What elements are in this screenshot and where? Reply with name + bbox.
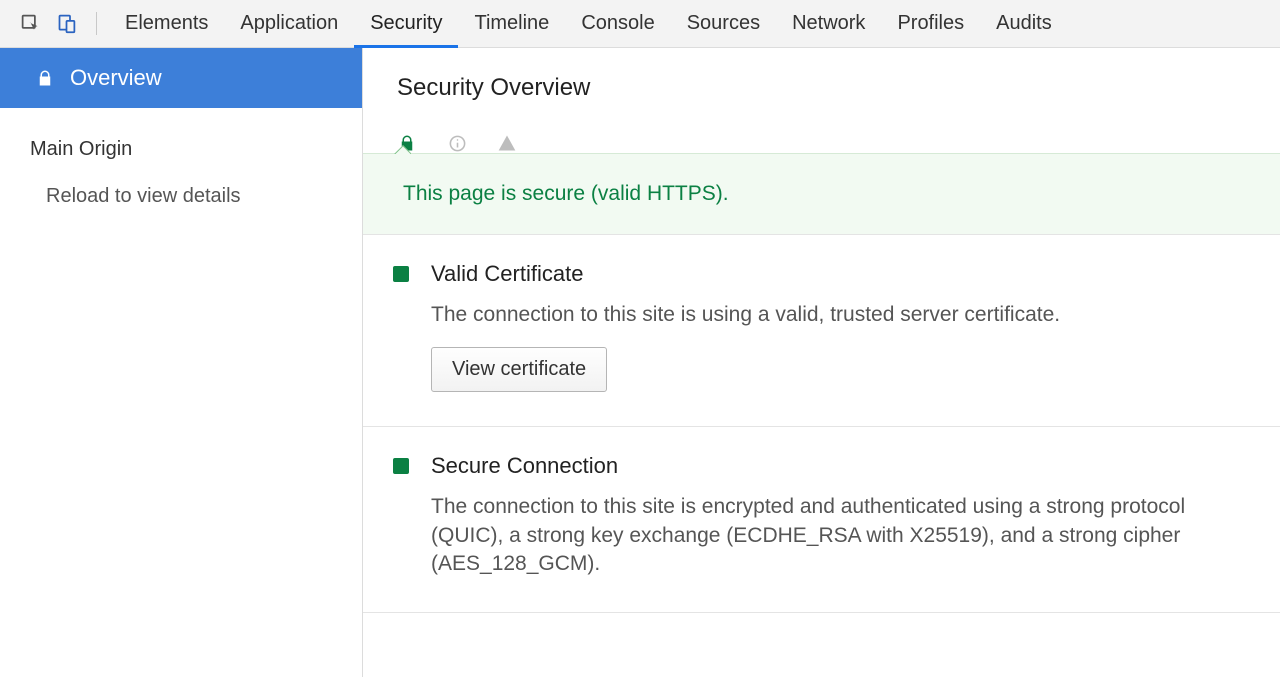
tab-profiles[interactable]: Profiles [881,0,980,47]
sidebar-overview-label: Overview [70,65,162,91]
page-title: Security Overview [363,48,1280,120]
device-toggle-icon[interactable] [48,0,84,47]
lock-icon [36,69,54,87]
tab-audits[interactable]: Audits [980,0,1068,47]
tab-console[interactable]: Console [565,0,670,47]
state-info-icon[interactable] [447,133,467,153]
secure-banner: This page is secure (valid HTTPS). [363,154,1280,235]
devtools-toolbar: Elements Application Security Timeline C… [0,0,1280,48]
tab-timeline[interactable]: Timeline [458,0,565,47]
section-valid-certificate: Valid Certificate The connection to this… [363,235,1280,427]
sidebar-reload-hint[interactable]: Reload to view details [0,171,362,208]
section-body: The connection to this site is using a v… [431,301,1250,329]
tab-security[interactable]: Security [354,0,458,47]
view-certificate-button[interactable]: View certificate [431,347,607,392]
security-state-row [363,120,1280,154]
section-title: Secure Connection [431,453,1250,479]
secure-bullet-icon [393,266,409,282]
section-body: The connection to this site is encrypted… [431,493,1250,578]
tab-sources[interactable]: Sources [671,0,776,47]
section-title: Valid Certificate [431,261,1250,287]
panel-body: Overview Main Origin Reload to view deta… [0,48,1280,677]
section-secure-connection: Secure Connection The connection to this… [363,427,1280,613]
tab-elements[interactable]: Elements [109,0,224,47]
tab-network[interactable]: Network [776,0,881,47]
secure-bullet-icon [393,458,409,474]
sidebar-item-overview[interactable]: Overview [0,48,362,108]
toolbar-separator [96,12,97,35]
state-caret [393,144,411,154]
tab-application[interactable]: Application [224,0,354,47]
inspect-icon[interactable] [12,0,48,47]
state-warning-icon[interactable] [497,133,517,153]
security-sidebar: Overview Main Origin Reload to view deta… [0,48,363,677]
sidebar-main-origin-heading: Main Origin [0,108,362,171]
security-main: Security Overview This page is secure (v… [363,48,1280,677]
